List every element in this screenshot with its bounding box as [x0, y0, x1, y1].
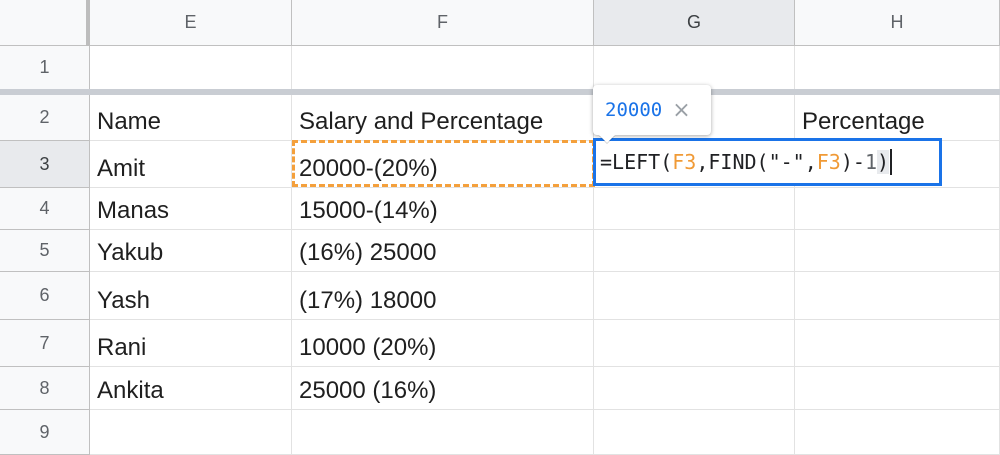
cell-g9[interactable]	[594, 410, 795, 455]
spreadsheet-grid[interactable]: E F G H 1 2 3 4 5 6 7 8 9 Name Salary an…	[0, 0, 1000, 455]
column-header-f[interactable]: F	[292, 0, 594, 46]
column-header-h[interactable]: H	[795, 0, 1000, 46]
text-caret	[890, 149, 893, 175]
formula-close-1: )-	[840, 150, 865, 174]
formula-ref-f3[interactable]: F3	[672, 150, 696, 174]
cell-f2[interactable]: Salary and Percentage	[292, 95, 594, 141]
row-header-5[interactable]: 5	[0, 230, 90, 272]
cell-e9[interactable]	[90, 410, 292, 455]
row-header-7[interactable]: 7	[0, 320, 90, 367]
close-icon[interactable]: ×	[672, 98, 690, 123]
cell-e5[interactable]: Yakub	[90, 230, 292, 272]
cell-h4[interactable]	[795, 188, 1000, 230]
cell-h7[interactable]	[795, 320, 1000, 367]
formula-ref-f3-second[interactable]: F3	[817, 150, 841, 174]
cell-g7[interactable]	[594, 320, 795, 367]
cell-f9[interactable]	[292, 410, 594, 455]
row-header-9[interactable]: 9	[0, 410, 90, 455]
cell-h1[interactable]	[795, 46, 1000, 90]
row-header-8[interactable]: 8	[0, 367, 90, 410]
cell-g1[interactable]	[594, 46, 795, 90]
cell-h5[interactable]	[795, 230, 1000, 272]
cell-e3[interactable]: Amit	[90, 141, 292, 188]
row-header-4[interactable]: 4	[0, 188, 90, 230]
cell-f6[interactable]: (17%) 18000	[292, 272, 594, 320]
cell-h9[interactable]	[795, 410, 1000, 455]
cell-g5[interactable]	[594, 230, 795, 272]
cell-e2[interactable]: Name	[90, 95, 292, 141]
cell-g8[interactable]	[594, 367, 795, 410]
row-header-3[interactable]: 3	[0, 141, 90, 188]
cell-e6[interactable]: Yash	[90, 272, 292, 320]
cell-e7[interactable]: Rani	[90, 320, 292, 367]
formula-close-2: )	[877, 150, 890, 174]
select-all-corner[interactable]	[0, 0, 90, 46]
cell-f7[interactable]: 10000 (20%)	[292, 320, 594, 367]
cell-f4[interactable]: 15000-(14%)	[292, 188, 594, 230]
cell-h6[interactable]	[795, 272, 1000, 320]
formula-mid: ,FIND("-",	[696, 150, 817, 174]
formula-editor-input[interactable]: =LEFT(F3 ,FIND("-", F3)- 1)	[593, 138, 942, 186]
formula-result-preview: 20000 ×	[593, 85, 711, 143]
row-header-6[interactable]: 6	[0, 272, 90, 320]
column-header-g[interactable]: G	[594, 0, 795, 46]
formula-prefix: =LEFT(	[600, 150, 673, 174]
cell-e4[interactable]: Manas	[90, 188, 292, 230]
cell-e8[interactable]: Ankita	[90, 367, 292, 410]
cell-g4[interactable]	[594, 188, 795, 230]
cell-h8[interactable]	[795, 367, 1000, 410]
tooltip-pointer	[599, 135, 615, 143]
cell-g6[interactable]	[594, 272, 795, 320]
cell-f3[interactable]: 20000-(20%)	[292, 141, 594, 188]
preview-value: 20000	[605, 99, 663, 121]
row-header-2[interactable]: 2	[0, 95, 90, 141]
column-header-e[interactable]: E	[90, 0, 292, 46]
cell-f1[interactable]	[292, 46, 594, 90]
cell-f5[interactable]: (16%) 25000	[292, 230, 594, 272]
row-header-1[interactable]: 1	[0, 46, 90, 90]
cell-f8[interactable]: 25000 (16%)	[292, 367, 594, 410]
cell-h2[interactable]: Percentage	[795, 95, 1000, 141]
formula-number: 1	[864, 150, 877, 174]
cell-e1[interactable]	[90, 46, 292, 90]
